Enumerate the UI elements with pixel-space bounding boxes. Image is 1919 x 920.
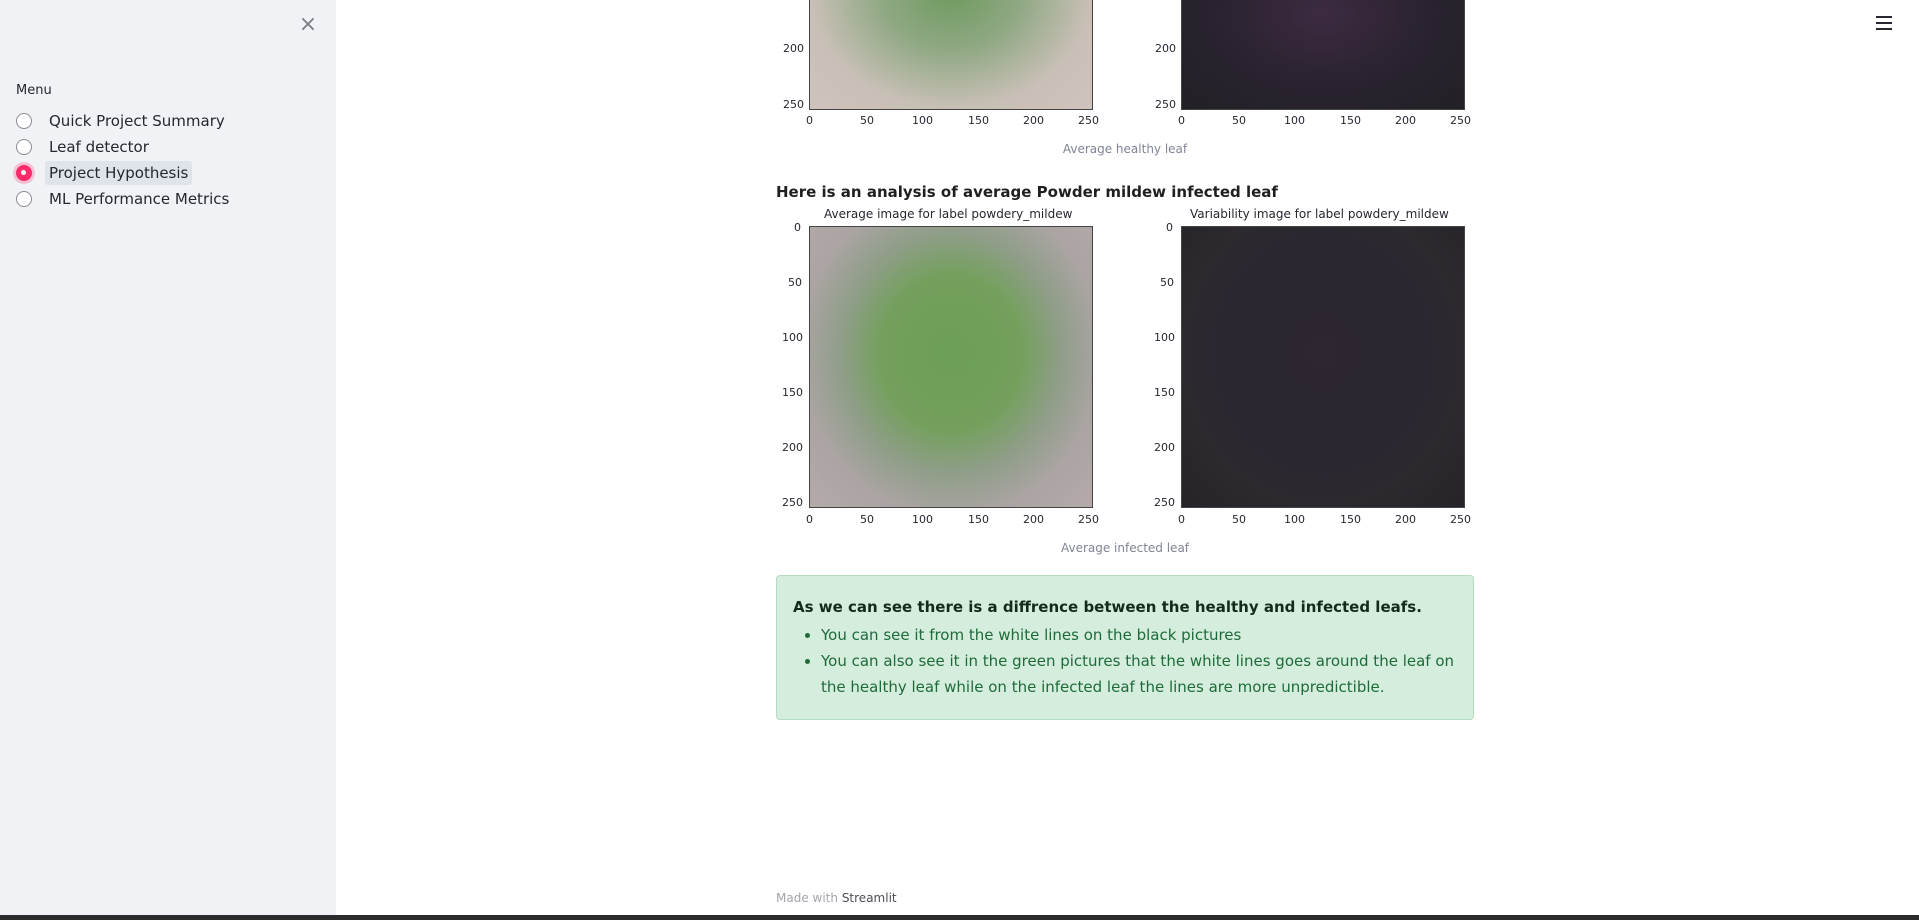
- radio-leaf-detector[interactable]: Leaf detector: [16, 134, 233, 160]
- radio-label[interactable]: Project Hypothesis: [45, 161, 193, 185]
- infected-figure: Average image for label powdery_mildew 0…: [776, 205, 1474, 565]
- tick-label: 50: [1232, 114, 1246, 127]
- tick-label: 200: [1023, 513, 1044, 526]
- footer-prefix: Made with: [776, 891, 838, 905]
- tick-label: 150: [968, 513, 989, 526]
- tick-label: 200: [1395, 513, 1416, 526]
- tick-label: 150: [782, 386, 803, 399]
- radio-button-icon[interactable]: [16, 113, 32, 129]
- tick-label: 0: [806, 114, 813, 127]
- tick-label: 50: [788, 276, 802, 289]
- bottom-bar: [0, 915, 1919, 920]
- tick-label: 50: [1232, 513, 1246, 526]
- list-item: You can see it from the white lines on t…: [821, 622, 1457, 648]
- variability-infected-image: [1181, 226, 1465, 508]
- healthy-caption: Average healthy leaf: [1062, 142, 1188, 156]
- sidebar: × Menu Quick Project Summary Leaf detect…: [0, 0, 336, 920]
- tick-label: 150: [968, 114, 989, 127]
- radio-ml-performance-metrics[interactable]: ML Performance Metrics: [16, 186, 233, 212]
- plot-title: Average image for label powdery_mildew: [824, 207, 1073, 221]
- menu-label: Menu: [16, 83, 52, 98]
- tick-label: 100: [782, 331, 803, 344]
- close-icon[interactable]: ×: [297, 14, 319, 36]
- tick-label: 100: [1284, 513, 1305, 526]
- tick-label: 50: [860, 114, 874, 127]
- streamlit-link[interactable]: Streamlit: [842, 891, 897, 905]
- tick-label: 250: [1155, 98, 1176, 111]
- tick-label: 0: [1166, 221, 1173, 234]
- tick-label: 200: [1154, 441, 1175, 454]
- radio-label[interactable]: ML Performance Metrics: [45, 187, 233, 211]
- average-infected-image: [809, 226, 1093, 508]
- average-healthy-image: [809, 0, 1093, 110]
- tick-label: 150: [1340, 114, 1361, 127]
- tick-label: 200: [1155, 42, 1176, 55]
- list-item: You can also see it in the green picture…: [821, 648, 1457, 700]
- tick-label: 200: [1395, 114, 1416, 127]
- tick-label: 100: [1154, 331, 1175, 344]
- tick-label: 0: [1178, 114, 1185, 127]
- radio-label[interactable]: Leaf detector: [45, 135, 153, 159]
- radio-button-selected-icon[interactable]: [16, 165, 32, 181]
- tick-label: 100: [912, 513, 933, 526]
- radio-project-hypothesis[interactable]: Project Hypothesis: [16, 160, 233, 186]
- radio-button-icon[interactable]: [16, 139, 32, 155]
- tick-label: 150: [1340, 513, 1361, 526]
- tick-label: 250: [1450, 513, 1471, 526]
- tick-label: 250: [1154, 496, 1175, 509]
- variability-healthy-image: [1181, 0, 1465, 110]
- tick-label: 150: [1154, 386, 1175, 399]
- tick-label: 250: [1078, 513, 1099, 526]
- infected-section-heading: Here is an analysis of average Powder mi…: [776, 183, 1278, 201]
- hamburger-icon[interactable]: [1876, 16, 1892, 32]
- tick-label: 250: [1450, 114, 1471, 127]
- radio-quick-project-summary[interactable]: Quick Project Summary: [16, 108, 233, 134]
- tick-label: 0: [794, 221, 801, 234]
- tick-label: 200: [783, 42, 804, 55]
- menu-radio-group: Quick Project Summary Leaf detector Proj…: [16, 108, 233, 212]
- plot-title: Variability image for label powdery_mild…: [1190, 207, 1449, 221]
- conclusion-title: As we can see there is a diffrence betwe…: [793, 598, 1422, 616]
- tick-label: 200: [782, 441, 803, 454]
- conclusion-success-box: As we can see there is a diffrence betwe…: [776, 575, 1474, 720]
- tick-label: 50: [1160, 276, 1174, 289]
- tick-label: 250: [782, 496, 803, 509]
- healthy-figure: 200 250 0 50 100 150 200 250 200 250 0 5…: [776, 0, 1474, 160]
- infected-caption: Average infected leaf: [1060, 541, 1190, 555]
- tick-label: 0: [806, 513, 813, 526]
- radio-button-icon[interactable]: [16, 191, 32, 207]
- tick-label: 250: [1078, 114, 1099, 127]
- tick-label: 250: [783, 98, 804, 111]
- radio-label[interactable]: Quick Project Summary: [45, 109, 229, 133]
- tick-label: 100: [912, 114, 933, 127]
- tick-label: 0: [1178, 513, 1185, 526]
- tick-label: 100: [1284, 114, 1305, 127]
- footer: Made with Streamlit: [776, 891, 897, 905]
- tick-label: 50: [860, 513, 874, 526]
- tick-label: 200: [1023, 114, 1044, 127]
- conclusion-list: You can see it from the white lines on t…: [793, 622, 1457, 700]
